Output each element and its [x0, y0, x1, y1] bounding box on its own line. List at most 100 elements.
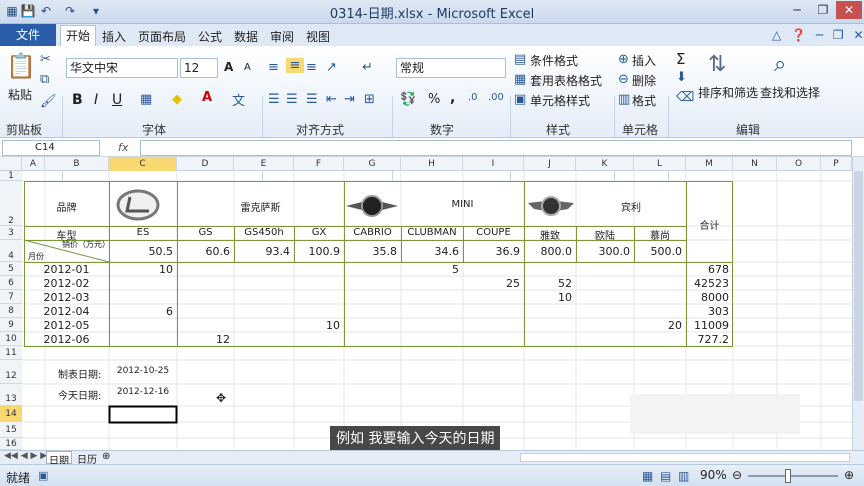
orientation-icon[interactable]: ↗ — [326, 60, 337, 75]
data-cell[interactable]: 12 — [173, 333, 230, 346]
format-table-icon[interactable]: ▦ — [514, 72, 526, 87]
window-close-icon[interactable]: ✕ — [854, 28, 864, 42]
normal-view-icon[interactable]: ▦ — [642, 469, 653, 483]
conditional-format-button[interactable]: 条件格式 — [530, 52, 578, 69]
total-cell[interactable]: 678 — [682, 263, 729, 276]
month-cell[interactable]: 2012-03 — [24, 291, 109, 304]
merge-center-icon[interactable]: ⊞ — [364, 92, 375, 107]
decrease-decimal-icon[interactable]: .00 — [488, 92, 504, 103]
made-date-value[interactable]: 2012-10-25 — [109, 366, 177, 376]
number-format-select[interactable]: 常规 — [396, 58, 506, 78]
close-button[interactable]: ✕ — [836, 1, 862, 19]
data-cell[interactable]: 10 — [105, 263, 173, 276]
redo-icon[interactable]: ↷ — [62, 3, 78, 19]
tab-file[interactable]: 文件 — [0, 24, 56, 46]
sort-filter-button[interactable]: 排序和筛选 — [698, 84, 758, 101]
total-cell[interactable]: 11009 — [682, 319, 729, 332]
price-cell[interactable]: 500.0 — [630, 245, 683, 258]
new-sheet-icon[interactable]: ⊕ — [102, 451, 110, 462]
price-cell[interactable]: 300.0 — [572, 245, 631, 258]
column-header-k[interactable]: K — [576, 157, 634, 171]
row-header[interactable]: 2 — [0, 181, 22, 226]
month-cell[interactable]: 2012-02 — [24, 277, 109, 290]
column-header-h[interactable]: H — [401, 157, 463, 171]
page-layout-view-icon[interactable]: ▤ — [660, 469, 671, 483]
row-header[interactable]: 14 — [0, 406, 22, 422]
grow-font-button[interactable]: A — [224, 60, 233, 74]
paste-button[interactable]: 粘贴 — [8, 86, 32, 103]
italic-button[interactable]: I — [94, 92, 98, 108]
row-header[interactable]: 9 — [0, 318, 22, 332]
increase-indent-icon[interactable]: ⇥ — [344, 92, 355, 107]
maximize-button[interactable]: ❐ — [810, 1, 836, 19]
align-right-icon[interactable]: ☰ — [306, 92, 318, 107]
column-header-m[interactable]: M — [686, 157, 733, 171]
price-cell[interactable]: 100.9 — [290, 245, 341, 258]
data-cell[interactable]: 10 — [290, 319, 340, 332]
name-box[interactable]: C14 — [2, 140, 100, 156]
zoom-slider[interactable] — [748, 475, 838, 477]
tab-page-layout[interactable]: 页面布局 — [138, 28, 186, 45]
percent-button[interactable]: % — [428, 92, 440, 107]
customize-toolbar-icon[interactable]: ▾ — [88, 3, 104, 19]
scroll-thumb[interactable] — [854, 171, 863, 401]
row-header[interactable]: 1 — [0, 171, 22, 181]
tab-review[interactable]: 审阅 — [270, 28, 294, 45]
column-header-p[interactable]: P — [821, 157, 852, 171]
fill-icon[interactable]: ⬇ — [676, 70, 687, 85]
month-cell[interactable]: 2012-06 — [24, 333, 109, 346]
row-header[interactable]: 16 — [0, 438, 22, 450]
tab-formulas[interactable]: 公式 — [198, 28, 222, 45]
font-name-select[interactable]: 华文中宋 — [66, 58, 178, 78]
decrease-indent-icon[interactable]: ⇤ — [326, 92, 337, 107]
window-restore-icon[interactable]: ❐ — [833, 28, 844, 42]
row-header[interactable]: 3 — [0, 226, 22, 240]
format-as-table-button[interactable]: 套用表格格式 — [530, 72, 602, 89]
window-minimize-icon[interactable]: ─ — [816, 28, 823, 42]
sheet-tab-date[interactable]: 日期 — [46, 451, 72, 467]
insert-cells-icon[interactable]: ⊕ — [618, 52, 629, 67]
month-cell[interactable]: 2012-01 — [24, 263, 109, 276]
total-cell[interactable]: 42523 — [682, 277, 729, 290]
zoom-level[interactable]: 90% — [700, 468, 727, 482]
row-header[interactable]: 15 — [0, 422, 22, 438]
increase-decimal-icon[interactable]: .0 — [468, 92, 478, 103]
zoom-slider-thumb[interactable] — [785, 469, 791, 483]
column-header-g[interactable]: G — [344, 157, 401, 171]
bold-button[interactable]: B — [72, 92, 83, 108]
price-cell[interactable]: 60.6 — [173, 245, 231, 258]
data-cell[interactable]: 10 — [520, 291, 572, 304]
font-color-icon[interactable]: A — [202, 90, 212, 105]
delete-cells-button[interactable]: 删除 — [632, 72, 656, 89]
align-center-icon[interactable]: ☰ — [286, 92, 298, 107]
wrap-text-icon[interactable]: ↵ — [362, 60, 373, 75]
month-cell[interactable]: 2012-04 — [24, 305, 109, 318]
autosum-button[interactable]: Σ — [676, 50, 685, 68]
copy-icon[interactable]: ⧉ — [40, 72, 49, 87]
column-header-c[interactable]: C — [109, 157, 177, 171]
find-select-button[interactable]: 查找和选择 — [760, 84, 820, 101]
format-cells-icon[interactable]: ▥ — [618, 92, 630, 107]
price-cell[interactable]: 800.0 — [520, 245, 573, 258]
zoom-in-icon[interactable]: ⊕ — [844, 468, 854, 482]
column-header-j[interactable]: J — [524, 157, 576, 171]
collapse-ribbon-icon[interactable]: △ — [772, 28, 781, 42]
price-cell[interactable]: 35.8 — [340, 245, 398, 258]
row-header[interactable]: 13 — [0, 384, 22, 406]
delete-cells-icon[interactable]: ⊖ — [618, 72, 629, 87]
row-header[interactable]: 5 — [0, 262, 22, 276]
row-header[interactable]: 4 — [0, 240, 22, 262]
format-cells-button[interactable]: 格式 — [632, 92, 656, 109]
cell-styles-icon[interactable]: ▣ — [514, 92, 526, 107]
row-header[interactable]: 11 — [0, 346, 22, 360]
tab-view[interactable]: 视图 — [306, 28, 330, 45]
total-cell[interactable]: 8000 — [682, 291, 729, 304]
select-all-corner[interactable] — [0, 157, 22, 171]
cell-styles-button[interactable]: 单元格样式 — [530, 92, 590, 109]
total-cell[interactable]: 303 — [682, 305, 729, 318]
column-header-o[interactable]: O — [777, 157, 821, 171]
row-header[interactable]: 7 — [0, 290, 22, 304]
align-bottom-icon[interactable]: ≡ — [306, 60, 317, 75]
price-cell[interactable]: 36.9 — [459, 245, 521, 258]
month-cell[interactable]: 2012-05 — [24, 319, 109, 332]
